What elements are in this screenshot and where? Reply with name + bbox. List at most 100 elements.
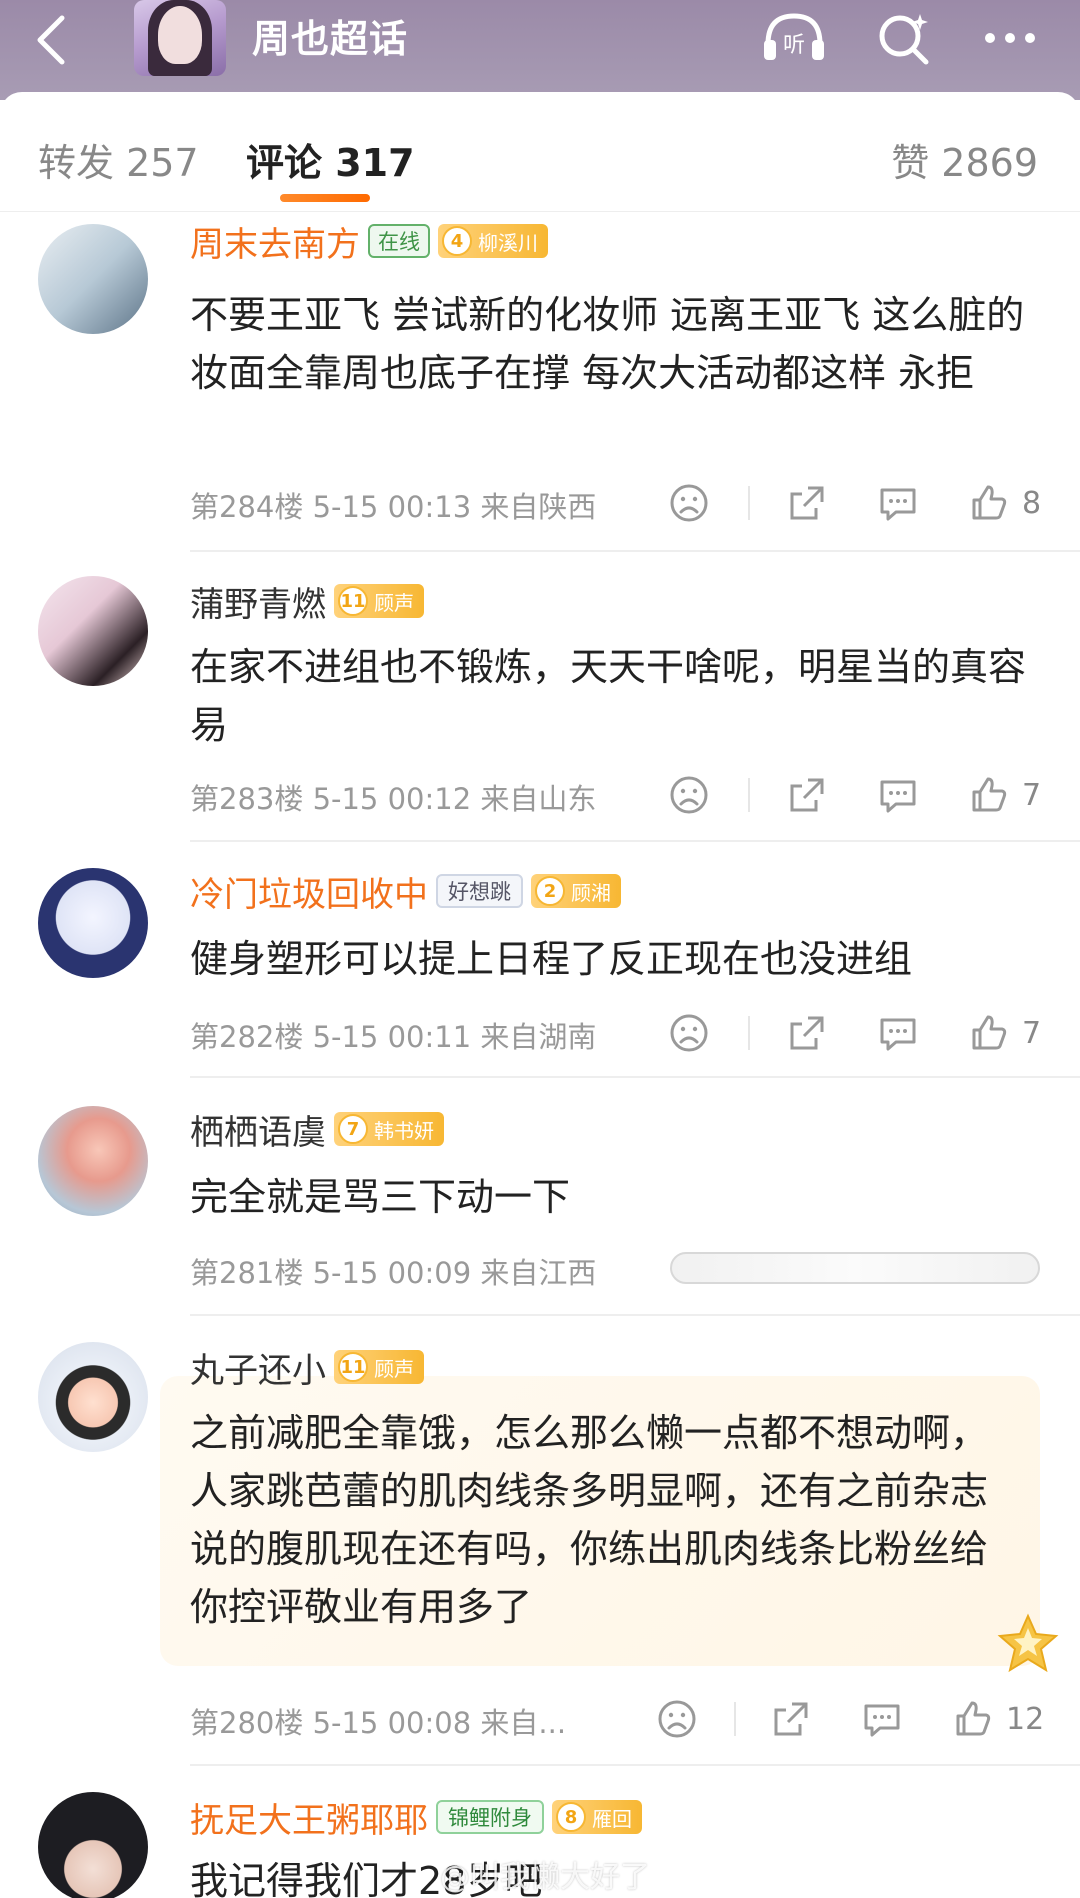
- reply-icon[interactable]: [860, 1694, 904, 1744]
- comment-text: 不要王亚飞 尝试新的化妆师 远离王亚飞 这么脏的妆面全靠周也底子在撑 每次大活动…: [190, 293, 1025, 395]
- thumbs-up-icon: [972, 485, 1007, 520]
- status-badge: 好想跳: [436, 874, 523, 908]
- fan-level-number: 11: [338, 586, 368, 616]
- username[interactable]: 蒲野青燃: [190, 577, 326, 626]
- comment-header: 蒲野青燃 11 顾声: [190, 576, 424, 626]
- comment-header: 冷门垃圾回收中 好想跳 2 顾湘: [190, 866, 621, 916]
- action-divider: [748, 1016, 750, 1050]
- topic-title[interactable]: 周也超话: [252, 8, 408, 63]
- sad-face-icon[interactable]: [656, 1694, 698, 1744]
- thumbs-up-icon: [956, 1701, 991, 1736]
- comment-divider: [190, 1314, 1080, 1316]
- fan-badge-label: 顾湘: [571, 880, 611, 905]
- search-icon[interactable]: [870, 8, 942, 68]
- avatar[interactable]: [38, 224, 148, 334]
- comment-text: 之前减肥全靠饿，怎么那么懒一点都不想动啊，人家跳芭蕾的肌肉线条多明显啊，还有之前…: [190, 1411, 989, 1629]
- active-tab-indicator: [280, 194, 370, 202]
- avatar[interactable]: [38, 868, 148, 978]
- username[interactable]: 栖栖语虞: [190, 1105, 326, 1154]
- share-icon[interactable]: [786, 478, 828, 528]
- fan-level-number: 4: [442, 226, 472, 256]
- sad-face-icon[interactable]: [668, 1008, 710, 1058]
- tab-bar: 转发 257 评论 317 赞 2869: [0, 92, 1080, 212]
- like-count: 8: [1022, 485, 1042, 521]
- comment-divider: [190, 550, 1080, 552]
- tab-likes[interactable]: 赞 2869: [891, 132, 1038, 187]
- like-button[interactable]: 7: [968, 1008, 1041, 1058]
- fan-level-number: 2: [535, 876, 565, 906]
- comment-divider: [190, 1764, 1080, 1766]
- more-icon[interactable]: [976, 8, 1048, 68]
- share-icon[interactable]: [770, 1694, 812, 1744]
- fan-level-badge[interactable]: 4 柳溪川: [438, 224, 548, 258]
- watermark: @叫我懒大好了: [440, 1860, 650, 1895]
- thumbs-up-icon: [972, 777, 1007, 812]
- like-count: 7: [1022, 777, 1042, 813]
- online-badge: 在线: [368, 224, 430, 258]
- fan-level-number: 11: [338, 1352, 368, 1382]
- comment-meta-row: 第280楼 5-15 00:08 来自... 12: [190, 1694, 1050, 1744]
- status-badge: 锦鲤附身: [436, 1800, 544, 1834]
- username[interactable]: 丸子还小: [190, 1343, 326, 1392]
- fan-level-number: 8: [556, 1802, 586, 1832]
- fan-badge-label: 韩书妍: [374, 1118, 434, 1143]
- comment-divider: [190, 840, 1080, 842]
- sad-face-icon[interactable]: [668, 770, 710, 820]
- like-button[interactable]: 8: [968, 478, 1041, 528]
- comment-meta-row: 第283楼 5-15 00:12 来自山东 7: [190, 770, 1050, 820]
- thumbs-up-icon: [972, 1015, 1007, 1050]
- comment-meta-row: 第281楼 5-15 00:09 来自江西: [190, 1244, 1050, 1294]
- tab-repost[interactable]: 转发 257: [38, 132, 199, 187]
- comment-header: 周末去南方 在线 4 柳溪川: [190, 216, 548, 266]
- share-icon[interactable]: [786, 770, 828, 820]
- comment-divider: [190, 1076, 1080, 1078]
- avatar[interactable]: [38, 1792, 148, 1898]
- fan-level-number: 7: [338, 1114, 368, 1144]
- username[interactable]: 周末去南方: [190, 217, 360, 266]
- like-count: 12: [1006, 1701, 1045, 1737]
- fan-badge-label: 顾声: [374, 590, 414, 615]
- username[interactable]: 抚足大王粥耶耶: [190, 1793, 428, 1842]
- username[interactable]: 冷门垃圾回收中: [190, 867, 428, 916]
- comment-meta-row: 第284楼 5-15 00:13 来自陕西 8: [190, 478, 1050, 528]
- reply-icon[interactable]: [876, 478, 920, 528]
- sad-face-icon[interactable]: [668, 478, 710, 528]
- top-bar: 周也超话 听: [0, 0, 1080, 100]
- comment-meta: 第283楼 5-15 00:12 来自山东: [190, 782, 597, 816]
- avatar[interactable]: [38, 1342, 148, 1452]
- comment-header: 抚足大王粥耶耶 锦鲤附身 8 雁回: [190, 1792, 642, 1842]
- action-divider: [734, 1702, 736, 1736]
- fan-level-badge[interactable]: 7 韩书妍: [334, 1112, 444, 1146]
- fan-level-badge[interactable]: 8 雁回: [552, 1800, 642, 1834]
- back-arrow-icon[interactable]: [24, 10, 84, 70]
- like-button[interactable]: 12: [952, 1694, 1044, 1744]
- fan-level-badge[interactable]: 11 顾声: [334, 1350, 424, 1384]
- comment-text: 在家不进组也不锻炼，天天干啥呢，明星当的真容易: [190, 645, 1027, 747]
- action-divider: [748, 486, 750, 520]
- action-divider: [748, 778, 750, 812]
- fan-level-badge[interactable]: 2 顾湘: [531, 874, 621, 908]
- like-button[interactable]: 7: [968, 770, 1041, 820]
- comment-meta: 第280楼 5-15 00:08 来自...: [190, 1706, 567, 1740]
- topic-cover-image[interactable]: [134, 0, 226, 76]
- comment-meta: 第282楼 5-15 00:11 来自湖南: [190, 1020, 597, 1054]
- comment-text: 完全就是骂三下动一下: [190, 1175, 571, 1219]
- scroll-indicator[interactable]: [670, 1252, 1040, 1284]
- comment-meta: 第284楼 5-15 00:13 来自陕西: [190, 490, 597, 524]
- fan-badge-label: 顾声: [374, 1356, 414, 1381]
- avatar[interactable]: [38, 576, 148, 686]
- fan-level-badge[interactable]: 11 顾声: [334, 584, 424, 618]
- tab-comments[interactable]: 评论 317: [246, 132, 415, 187]
- comment-header: 栖栖语虞 7 韩书妍: [190, 1104, 444, 1154]
- comment-meta-row: 第282楼 5-15 00:11 来自湖南 7: [190, 1008, 1050, 1058]
- share-icon[interactable]: [786, 1008, 828, 1058]
- fan-badge-label: 雁回: [592, 1806, 632, 1831]
- star-award-icon: [997, 1613, 1059, 1673]
- avatar[interactable]: [38, 1106, 148, 1216]
- comment-text: 健身塑形可以提上日程了反正现在也没进组: [190, 937, 913, 981]
- reply-icon[interactable]: [876, 770, 920, 820]
- comment-meta: 第281楼 5-15 00:09 来自江西: [190, 1256, 597, 1290]
- listen-icon[interactable]: 听: [758, 8, 830, 68]
- comment-header: 丸子还小 11 顾声: [190, 1342, 424, 1392]
- reply-icon[interactable]: [876, 1008, 920, 1058]
